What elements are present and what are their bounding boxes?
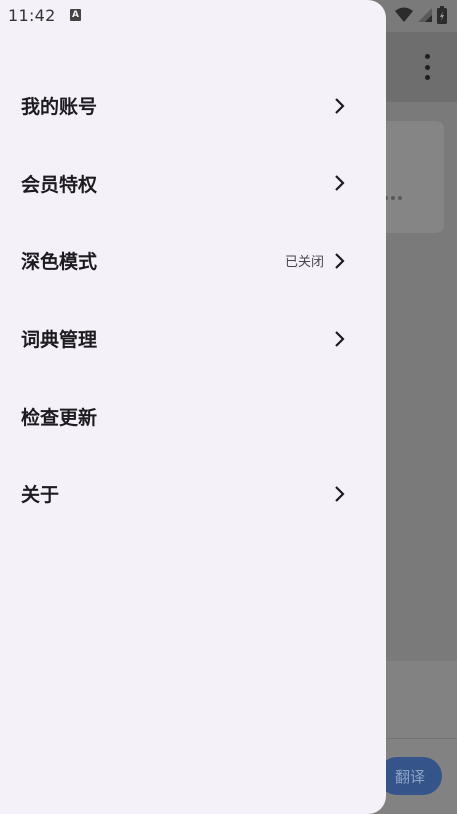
menu-item-membership[interactable]: 会员特权	[0, 145, 386, 223]
background-card	[376, 121, 444, 233]
dark-mode-status: 已关闭	[284, 255, 324, 271]
translate-button: 翻译	[378, 757, 442, 795]
text-input-icon: A	[70, 9, 81, 21]
drawer-menu: 我的账号 会员特权 深色模式 已关闭 词典管理 检查更新 关于	[0, 67, 386, 533]
menu-item-check-update[interactable]: 检查更新	[0, 377, 386, 455]
status-time: 11:42	[8, 6, 56, 25]
menu-item-dark-mode[interactable]: 深色模式 已关闭	[0, 222, 386, 300]
navigation-drawer: 11:42 A 我的账号 会员特权 深色模式 已关闭 词典管理 检查更新 关于	[0, 0, 386, 814]
chevron-right-icon	[335, 330, 345, 347]
ellipsis-icon	[384, 196, 402, 200]
menu-item-label: 我的账号	[21, 96, 98, 119]
signal-icon	[418, 8, 432, 22]
battery-charging-icon	[437, 6, 447, 24]
chevron-right-icon	[335, 485, 345, 502]
chevron-right-icon	[335, 98, 345, 114]
menu-item-label: 关于	[21, 484, 60, 507]
chevron-right-icon	[335, 175, 345, 192]
menu-item-my-account[interactable]: 我的账号	[0, 67, 386, 145]
menu-item-label: 检查更新	[21, 406, 98, 429]
menu-item-dictionary-management[interactable]: 词典管理	[0, 300, 386, 378]
menu-item-about[interactable]: 关于	[0, 455, 386, 533]
menu-item-label: 词典管理	[21, 329, 98, 352]
chevron-right-icon	[335, 253, 345, 269]
more-options-icon	[421, 54, 433, 80]
menu-item-label: 会员特权	[21, 173, 98, 196]
menu-item-label: 深色模式	[21, 251, 98, 274]
wifi-icon	[395, 7, 413, 22]
status-icons	[395, 6, 447, 24]
